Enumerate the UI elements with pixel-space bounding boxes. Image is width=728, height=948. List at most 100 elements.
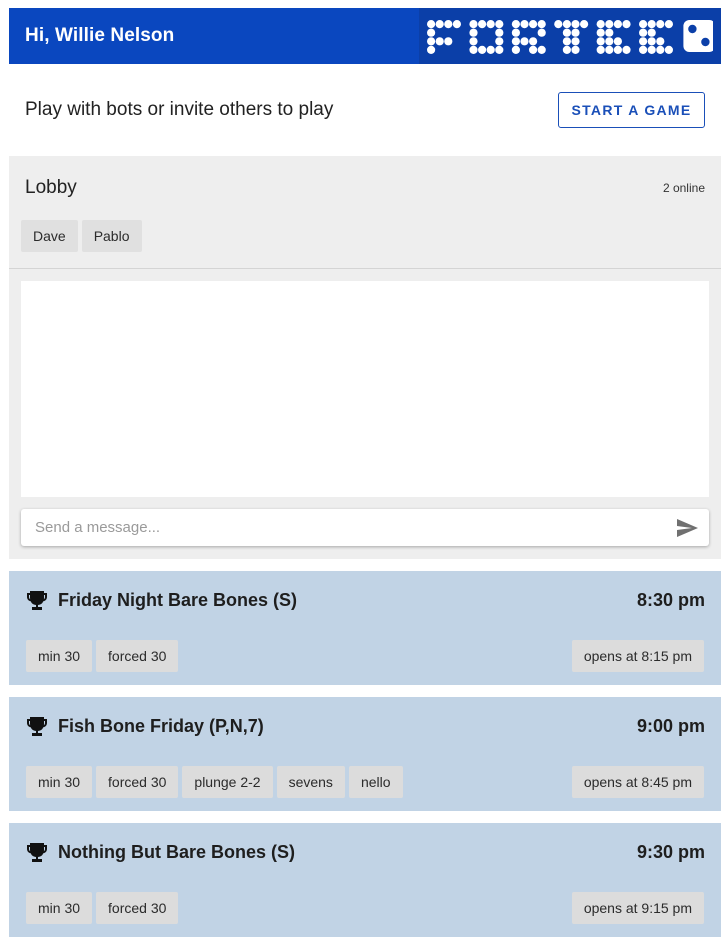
logo-dot — [596, 45, 605, 54]
logo-dot — [520, 37, 529, 46]
logo-letter — [596, 20, 631, 54]
logo-dot — [647, 45, 656, 54]
logo-dot — [596, 20, 605, 29]
logo-dot — [571, 28, 580, 37]
logo-dot — [469, 45, 478, 54]
logo-dot — [613, 37, 622, 46]
tournament-list: Friday Night Bare Bones (S) 8:30 pm min … — [9, 571, 721, 937]
trophy-icon — [27, 591, 47, 610]
logo-dot — [478, 45, 487, 54]
logo-dot — [452, 20, 461, 29]
logo-dot — [562, 37, 571, 46]
tournament-card[interactable]: Friday Night Bare Bones (S) 8:30 pm min … — [9, 571, 721, 685]
tournament-time: 9:30 pm — [636, 841, 705, 862]
rule-chip: forced 30 — [96, 892, 179, 924]
logo-dot — [596, 37, 605, 46]
trophy-icon — [27, 717, 47, 736]
lobby-user-list: Dave Pablo — [9, 220, 721, 252]
tournament-rules: min 30 forced 30 plunge 2-2 sevens nello — [26, 766, 403, 798]
logo-dot — [562, 28, 571, 37]
logo-dot — [435, 20, 444, 29]
logo-dot — [571, 45, 580, 54]
tournament-title-group: Nothing But Bare Bones (S) — [25, 840, 295, 864]
tournament-card[interactable]: Nothing But Bare Bones (S) 9:30 pm min 3… — [9, 823, 721, 937]
die-icon — [683, 20, 713, 52]
logo-dot — [664, 20, 673, 29]
lobby-user-chip[interactable]: Dave — [21, 220, 78, 252]
tournament-rules: min 30 forced 30 — [26, 640, 179, 672]
logo-dot — [656, 37, 665, 46]
logo-dot — [622, 20, 631, 29]
logo-dot — [529, 45, 538, 54]
online-count: 2 online — [662, 181, 705, 195]
logo-letter — [639, 20, 673, 54]
tournament-rules: min 30 forced 30 — [26, 892, 179, 924]
logo-dot — [613, 45, 622, 54]
tournament-time: 8:30 pm — [636, 589, 705, 610]
logo-dot — [647, 28, 656, 37]
tournament-time: 9:00 pm — [636, 715, 705, 736]
lobby-panel: Lobby 2 online Dave Pablo — [9, 156, 721, 559]
logo-dot — [427, 45, 436, 54]
logo-dot — [529, 20, 538, 29]
tournament-header: Nothing But Bare Bones (S) 9:30 pm — [25, 840, 705, 864]
logo-dot — [427, 28, 436, 37]
app-root: Hi, Willie Nelson Play with bots or invi… — [9, 8, 721, 937]
logo-dot — [647, 37, 656, 46]
logo-dot — [554, 20, 563, 29]
logo-letter — [554, 20, 589, 54]
logo-dot — [495, 20, 504, 29]
logo-dot — [613, 20, 622, 29]
logo-dot — [639, 20, 648, 29]
rule-chip: sevens — [276, 766, 345, 798]
tournament-card[interactable]: Fish Bone Friday (P,N,7) 9:00 pm min 30 … — [9, 697, 721, 811]
logo-dot — [605, 20, 614, 29]
logo-dot — [478, 20, 487, 29]
logo-dot — [427, 37, 436, 46]
die-face — [683, 20, 713, 52]
start-game-button[interactable]: START A GAME — [558, 92, 705, 128]
logo-dot — [469, 28, 478, 37]
tournament-name: Nothing But Bare Bones (S) — [58, 841, 295, 862]
logo-dot — [511, 20, 520, 29]
logo-dot — [571, 37, 580, 46]
logo-dot — [596, 28, 605, 37]
logo-dot — [427, 20, 436, 29]
logo-dot — [537, 28, 546, 37]
logo-dot — [444, 37, 453, 46]
top-bar: Play with bots or invite others to play … — [9, 64, 721, 156]
tournament-header: Fish Bone Friday (P,N,7) 9:00 pm — [25, 714, 705, 738]
tournament-tags-row: min 30 forced 30 plunge 2-2 sevens nello… — [26, 766, 704, 798]
logo-dot — [444, 20, 453, 29]
lobby-header: Lobby 2 online — [9, 156, 721, 220]
logo-dot — [562, 20, 571, 29]
logo-dot — [639, 28, 648, 37]
tournament-name: Friday Night Bare Bones (S) — [58, 589, 298, 610]
tournament-tags-row: min 30 forced 30 opens at 9:15 pm — [26, 892, 704, 924]
logo-dot — [511, 37, 520, 46]
logo-letter — [511, 20, 546, 54]
message-composer — [21, 509, 709, 546]
send-icon[interactable] — [675, 516, 699, 540]
logo-dot — [469, 20, 478, 29]
logo-dot — [537, 45, 546, 54]
logo-dot — [529, 37, 538, 46]
message-input[interactable] — [33, 518, 637, 537]
user-greeting: Hi, Willie Nelson — [25, 25, 175, 46]
logo-dot — [622, 45, 631, 54]
chat-messages-area — [21, 281, 709, 497]
lobby-user-chip[interactable]: Pablo — [81, 220, 142, 252]
rule-chip: nello — [348, 766, 403, 798]
logo-dot — [495, 45, 504, 54]
tournament-name: Fish Bone Friday (P,N,7) — [58, 715, 264, 736]
die-pip — [688, 24, 697, 34]
logo-dot — [656, 45, 665, 54]
logo-dot — [495, 28, 504, 37]
fortee-logo[interactable] — [419, 8, 721, 64]
tournament-title-group: Friday Night Bare Bones (S) — [25, 588, 297, 612]
tournament-header: Friday Night Bare Bones (S) 8:30 pm — [25, 588, 705, 612]
trophy-icon — [27, 843, 47, 862]
logo-dot — [469, 37, 478, 46]
lobby-divider — [9, 268, 721, 269]
opens-at-chip: opens at 8:45 pm — [571, 766, 704, 798]
